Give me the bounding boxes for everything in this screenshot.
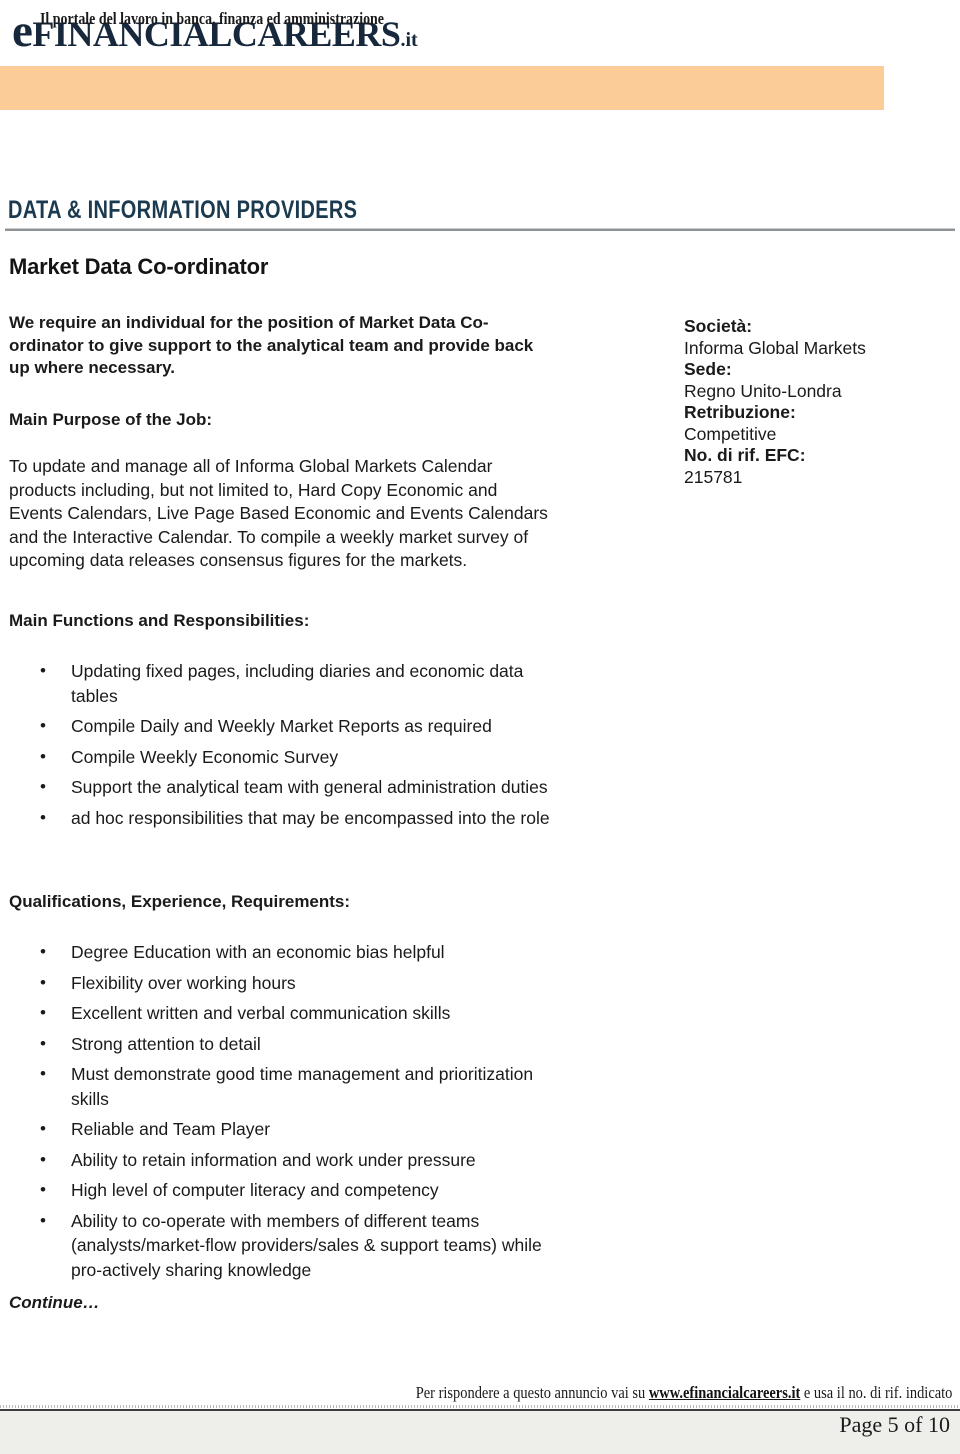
list-item-text: Support the analytical team with general… xyxy=(71,777,548,797)
section-divider xyxy=(5,228,955,231)
list-item: • Compile Weekly Economic Survey xyxy=(9,745,569,770)
efinancialcareers-link[interactable]: www.efinancialcareers.it xyxy=(648,1383,799,1402)
list-item: • Updating fixed pages, including diaries… xyxy=(9,659,569,708)
footer-note-after: e usa il no. di rif. indicato xyxy=(799,1383,952,1402)
list-item-text: Ability to retain information and work u… xyxy=(71,1149,476,1170)
list-item-text: Degree Education with an economic bias h… xyxy=(71,942,445,962)
list-item-text: ad hoc responsibilities that may be enco… xyxy=(71,807,550,828)
bullet-icon: • xyxy=(40,1064,46,1083)
list-item-text: Reliable and Team Player xyxy=(71,1119,271,1139)
page-number: Page 5 of 10 xyxy=(839,1412,950,1437)
bullet-icon: • xyxy=(40,1003,46,1022)
list-item-text: High level of computer literacy and comp… xyxy=(71,1180,439,1200)
list-item-text: Excellent written and verbal communicati… xyxy=(71,1003,451,1023)
bullet-icon: • xyxy=(40,777,46,796)
footer-apply-note: Per rispondere a questo annuncio vai su … xyxy=(0,1383,952,1403)
list-item-text: Must demonstrate good time management an… xyxy=(71,1064,534,1109)
list-item: • High level of computer literacy and com… xyxy=(9,1178,569,1203)
company-value: Informa Global Markets xyxy=(684,337,866,358)
list-item: • Flexibility over working hours xyxy=(9,971,569,996)
qualifications-list: • Degree Education with an economic bias … xyxy=(9,940,569,1288)
main-functions-heading: Main Functions and Responsibilities: xyxy=(9,611,310,630)
qualifications-heading: Qualifications, Experience, Requirements… xyxy=(9,892,351,911)
salary-label: Retribuzione: xyxy=(684,402,796,422)
bullet-icon: • xyxy=(40,716,46,735)
bullet-icon: • xyxy=(40,746,46,766)
footer-dotted-rule xyxy=(0,1405,960,1408)
list-item: • Ability to retain information and work … xyxy=(9,1148,569,1173)
list-item: • Support the analytical team with genera… xyxy=(9,775,569,800)
list-item-text: Compile Weekly Economic Survey xyxy=(71,746,339,767)
section-header-title: DATA & INFORMATION PROVIDERS xyxy=(8,196,358,224)
bullet-icon: • xyxy=(40,1033,46,1053)
list-item: • Excellent written and verbal communicat… xyxy=(9,1001,569,1026)
list-item: • ad hoc responsibilities that may be enc… xyxy=(9,806,569,831)
location-value: Regno Unito-Londra xyxy=(684,380,842,401)
reference-label: No. di rif. EFC: xyxy=(684,445,806,465)
tagline-banner xyxy=(0,66,884,110)
salary-value: Competitive xyxy=(684,423,777,444)
list-item: • Strong attention to detail xyxy=(9,1032,569,1057)
logo-tld: .it xyxy=(400,29,418,51)
bullet-icon: • xyxy=(40,1119,46,1138)
list-item-text: Updating fixed pages, including diaries … xyxy=(71,661,524,706)
bullet-icon: • xyxy=(40,1149,46,1169)
company-label: Società: xyxy=(684,316,753,336)
main-functions-list: • Updating fixed pages, including diaries… xyxy=(9,659,569,836)
list-item-text: Ability to co-operate with members of di… xyxy=(71,1210,542,1280)
bullet-icon: • xyxy=(40,972,46,992)
bullet-icon: • xyxy=(40,942,46,961)
list-item: • Compile Daily and Weekly Market Reports… xyxy=(9,714,569,739)
reference-value: 215781 xyxy=(684,466,743,487)
logo-letter-e: e xyxy=(12,5,33,57)
job-description-column: We require an individual for the positio… xyxy=(9,312,554,570)
list-item-text: Strong attention to detail xyxy=(71,1033,261,1054)
masthead: eFINANCIALCAREERS.it Il portale del lavo… xyxy=(0,0,960,120)
main-purpose-heading: Main Purpose of the Job: xyxy=(9,410,213,429)
location-label: Sede: xyxy=(684,359,732,379)
bullet-icon: • xyxy=(40,807,46,827)
tagline-text: Il portale del lavoro in banca, finanza … xyxy=(40,9,384,28)
list-item: • Must demonstrate good time management a… xyxy=(9,1062,569,1111)
list-item: • Degree Education with an economic bias … xyxy=(9,940,569,965)
list-item-text: Compile Daily and Weekly Market Reports … xyxy=(71,716,492,736)
list-item: • Ability to co-operate with members of d… xyxy=(9,1209,569,1283)
continue-note: Continue… xyxy=(9,1293,100,1312)
footer-note-before: Per rispondere a questo annuncio vai su xyxy=(415,1383,649,1402)
bullet-icon: • xyxy=(40,1180,46,1199)
main-purpose-paragraph: To update and manage all of Informa Glob… xyxy=(9,456,548,570)
bullet-icon: • xyxy=(40,661,46,680)
job-details-column: Società: Informa Global Markets Sede: Re… xyxy=(684,316,954,488)
bullet-icon: • xyxy=(40,1210,46,1230)
list-item: • Reliable and Team Player xyxy=(9,1117,569,1142)
job-intro-paragraph: We require an individual for the positio… xyxy=(9,313,534,377)
list-item-text: Flexibility over working hours xyxy=(71,972,296,993)
job-title: Market Data Co-ordinator xyxy=(9,254,269,279)
